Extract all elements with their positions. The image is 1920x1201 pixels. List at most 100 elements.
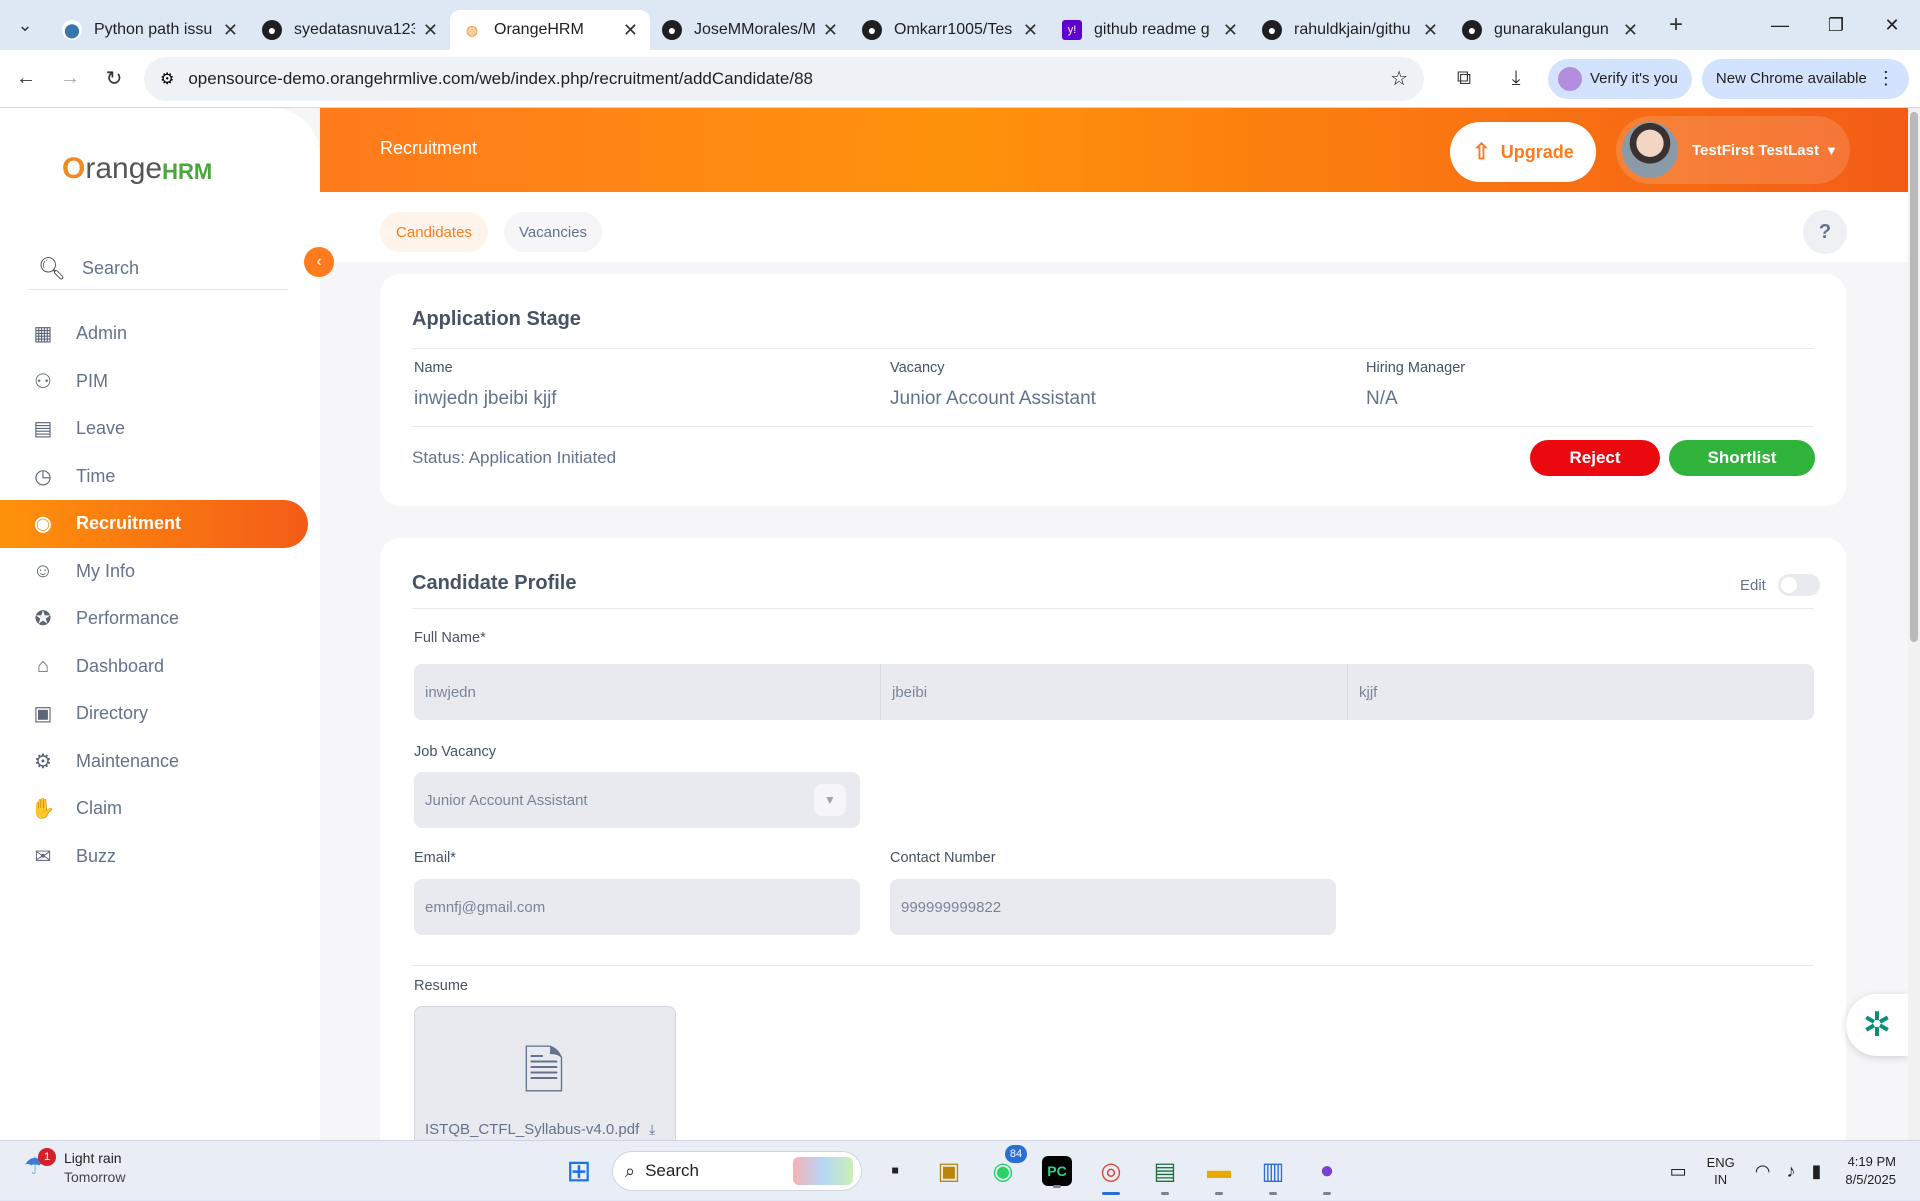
- wifi-icon[interactable]: ◠: [1755, 1161, 1771, 1182]
- sidebar-item-myinfo[interactable]: ☺ My Info: [0, 548, 308, 596]
- browser-tab[interactable]: ⬤ Python path issu ✕: [50, 10, 250, 50]
- windows-start-icon[interactable]: ⊞: [557, 1149, 601, 1193]
- sidebar-item-directory[interactable]: ▣ Directory: [0, 690, 308, 738]
- close-icon[interactable]: ✕: [1623, 20, 1638, 41]
- sidebar-item-admin[interactable]: ▦ Admin: [0, 310, 308, 358]
- help-button[interactable]: ?: [1803, 210, 1847, 254]
- github-desktop-icon[interactable]: ●: [1305, 1149, 1349, 1195]
- task-view-icon[interactable]: ▪: [873, 1149, 917, 1193]
- back-icon[interactable]: ←: [8, 61, 44, 97]
- browser-tab[interactable]: ● gunarakulangun ✕: [1450, 10, 1650, 50]
- tab-vacancies[interactable]: Vacancies: [504, 212, 602, 252]
- site-info-icon[interactable]: ⚙: [160, 69, 174, 89]
- scrollbar[interactable]: [1908, 108, 1920, 1140]
- sidebar-item-pim[interactable]: ⚇ PIM: [0, 358, 308, 406]
- chrome-icon[interactable]: ◎: [1089, 1149, 1133, 1195]
- toggle-switch[interactable]: [1777, 574, 1820, 596]
- contact-number-field[interactable]: 999999999822: [890, 879, 1336, 935]
- sidebar-item-leave[interactable]: ▤ Leave: [0, 405, 308, 453]
- download-icon[interactable]: ⤓: [1496, 59, 1536, 99]
- ai-assistant-icon[interactable]: ✲: [1846, 994, 1908, 1056]
- whatsapp-badge: 84: [1005, 1145, 1027, 1163]
- url-text[interactable]: opensource-demo.orangehrmlive.com/web/in…: [188, 69, 1390, 89]
- address-bar[interactable]: ⚙ opensource-demo.orangehrmlive.com/web/…: [144, 56, 1424, 101]
- new-tab-button[interactable]: +: [1656, 5, 1696, 45]
- upgrade-label: Upgrade: [1500, 141, 1574, 162]
- download-icon[interactable]: ⤓: [649, 1121, 655, 1138]
- chevron-down-icon[interactable]: ▼: [814, 784, 846, 816]
- tab-search-icon[interactable]: ⌄: [0, 0, 50, 50]
- sidebar-search[interactable]: 🔍︎ Search: [28, 248, 288, 290]
- scrollbar-thumb[interactable]: [1910, 112, 1918, 642]
- clock[interactable]: 4:19 PM 8/5/2025: [1845, 1153, 1896, 1189]
- whatsapp-icon[interactable]: ◉ 84: [981, 1145, 1027, 1193]
- browser-tab[interactable]: ● Omkarr1005/Tes ✕: [850, 10, 1050, 50]
- page-title: Recruitment: [380, 138, 478, 158]
- close-icon[interactable]: ✕: [1423, 20, 1438, 41]
- browser-tab[interactable]: ● rahuldkjain/githu ✕: [1250, 10, 1450, 50]
- restore-icon[interactable]: ❐: [1808, 0, 1864, 50]
- bookmark-star-icon[interactable]: ☆: [1390, 66, 1408, 91]
- sidebar-item-dashboard[interactable]: ⌂ Dashboard: [0, 643, 308, 691]
- sidebar-item-performance[interactable]: ✪ Performance: [0, 595, 308, 643]
- browser-tab[interactable]: ● JoseMMorales/M ✕: [650, 10, 850, 50]
- close-icon[interactable]: ✕: [1023, 20, 1038, 41]
- photos-app-icon[interactable]: ▣: [927, 1149, 971, 1193]
- first-name-field[interactable]: inwjedn: [414, 664, 881, 720]
- menu-dots-icon[interactable]: ⋮: [1877, 68, 1895, 89]
- sidebar-item-label: Leave: [76, 418, 126, 439]
- weather-widget[interactable]: ☂ 1 Light rain Tomorrow: [24, 1148, 126, 1187]
- notepad-icon[interactable]: ▥: [1251, 1149, 1295, 1195]
- close-icon[interactable]: ✕: [1223, 20, 1238, 41]
- email-field[interactable]: emnfj@gmail.com: [414, 879, 860, 935]
- reject-button[interactable]: Reject: [1530, 440, 1660, 476]
- middle-name-field[interactable]: jbeibi: [881, 664, 1348, 720]
- close-icon[interactable]: ✕: [823, 20, 838, 41]
- candidate-profile-card: Candidate Profile Edit Full Name* inwjed…: [380, 538, 1846, 1178]
- job-vacancy-select[interactable]: Junior Account Assistant ▼: [414, 772, 860, 828]
- sidebar-item-maintenance[interactable]: ⚙ Maintenance: [0, 738, 308, 786]
- minimize-icon[interactable]: —: [1752, 0, 1808, 50]
- sidebar-item-buzz[interactable]: ✉ Buzz: [0, 833, 308, 881]
- sidebar-item-label: Directory: [76, 703, 149, 724]
- extensions-icon[interactable]: ⧉: [1444, 59, 1484, 99]
- verify-button[interactable]: Verify it's you: [1548, 58, 1692, 99]
- orangehrm-logo[interactable]: O range HRM: [62, 152, 212, 186]
- browser-tab[interactable]: ● syedatasnuva123 ✕: [250, 10, 450, 50]
- clock-date: 8/5/2025: [1845, 1172, 1896, 1187]
- file-explorer-icon[interactable]: ▬: [1197, 1149, 1241, 1195]
- reload-icon[interactable]: ↻: [96, 61, 132, 97]
- close-icon[interactable]: ✕: [223, 20, 238, 41]
- close-icon[interactable]: ✕: [423, 20, 438, 41]
- browser-tab[interactable]: y! github readme g ✕: [1050, 10, 1250, 50]
- tab-candidates[interactable]: Candidates: [380, 212, 488, 252]
- top-header: Recruitment ⇧ Upgrade TestFirst TestLast…: [320, 108, 1908, 192]
- language-indicator[interactable]: ENG IN: [1707, 1154, 1735, 1188]
- window-controls: — ❐ ✕: [1752, 0, 1920, 50]
- sidebar-item-recruitment[interactable]: ◉ Recruitment: [0, 500, 308, 548]
- browser-tab-active[interactable]: ◍ OrangeHRM ✕: [450, 10, 650, 50]
- user-dropdown[interactable]: TestFirst TestLast ▼: [1616, 116, 1850, 184]
- sidebar-item-label: Recruitment: [76, 513, 182, 534]
- taskbar-search[interactable]: ⌕ Search: [612, 1151, 862, 1191]
- window-close-icon[interactable]: ✕: [1864, 0, 1920, 50]
- job-vacancy-value: Junior Account Assistant: [425, 791, 588, 809]
- weather-subtitle: Tomorrow: [64, 1169, 126, 1185]
- lang-bottom: IN: [1714, 1172, 1728, 1187]
- edit-toggle[interactable]: Edit: [1740, 574, 1820, 596]
- tablet-mode-icon[interactable]: ▭: [1670, 1161, 1687, 1182]
- forward-icon[interactable]: →: [52, 61, 88, 97]
- close-icon[interactable]: ✕: [623, 20, 638, 41]
- new-chrome-button[interactable]: New Chrome available ⋮: [1701, 58, 1909, 99]
- excel-icon[interactable]: ▤: [1143, 1149, 1187, 1195]
- upgrade-button[interactable]: ⇧ Upgrade: [1450, 122, 1596, 182]
- sidebar-item-time[interactable]: ◷ Time: [0, 453, 308, 501]
- shortlist-button[interactable]: Shortlist: [1669, 440, 1815, 476]
- sidebar-item-claim[interactable]: ✋ Claim: [0, 785, 308, 833]
- pycharm-icon[interactable]: PC: [1042, 1156, 1072, 1188]
- browser-toolbar: ← → ↻ ⚙ opensource-demo.orangehrmlive.co…: [0, 50, 1920, 108]
- last-name-field[interactable]: kjjf: [1348, 664, 1814, 720]
- volume-icon[interactable]: ♪: [1786, 1161, 1795, 1182]
- battery-icon[interactable]: ▮: [1811, 1161, 1821, 1182]
- sidebar-collapse-button[interactable]: ‹: [304, 247, 334, 277]
